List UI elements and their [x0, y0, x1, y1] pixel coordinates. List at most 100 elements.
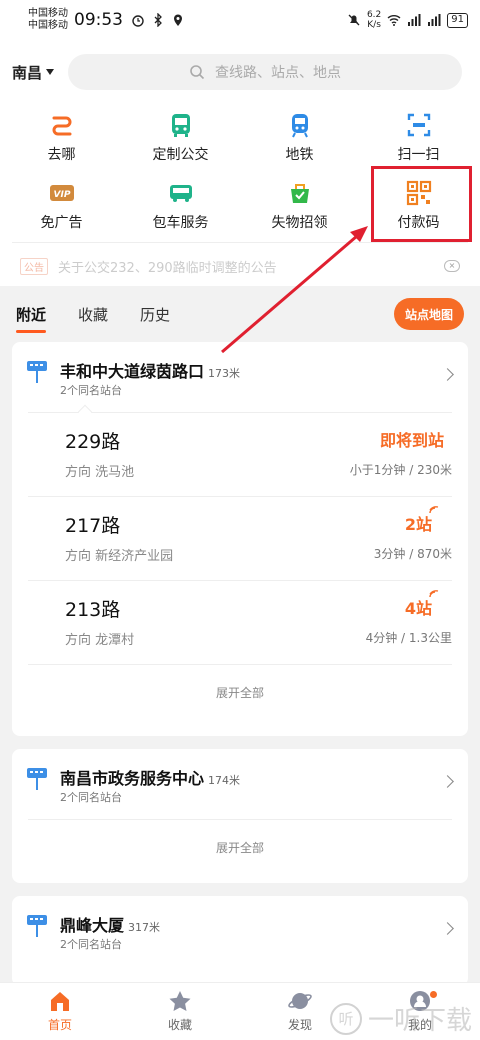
highlight-box: [371, 166, 472, 242]
grid-label: 失物招领: [271, 215, 328, 231]
route-status: 即将到站: [379, 431, 444, 450]
expand-all-button[interactable]: 展开全部: [12, 820, 468, 876]
search-input[interactable]: 查线路、站点、地点: [68, 54, 462, 90]
watermark-logo: 听: [329, 1002, 362, 1035]
stop-header[interactable]: 南昌市政务服务中心 174米 2个同名站台: [12, 749, 468, 819]
nav-home[interactable]: 首页: [0, 983, 120, 1040]
nearby-tabs: 附近 收藏 历史 站点地图: [0, 286, 480, 342]
grid-item-charter[interactable]: 包车服务: [121, 172, 240, 240]
grid-item-route[interactable]: 去哪: [2, 104, 121, 172]
route-row[interactable]: 217路 方向 新经济产业园 2站 3分钟 / 870米: [28, 497, 452, 581]
watermark: 听 一听下载: [329, 1000, 472, 1037]
close-icon[interactable]: ×: [444, 260, 460, 272]
divider: [12, 242, 468, 243]
carrier-1: 中国移动: [28, 8, 68, 19]
tab-favorites[interactable]: 收藏: [78, 304, 108, 325]
divider: [28, 819, 452, 820]
caret-down-icon: [46, 69, 55, 75]
stop-distance: 173米: [208, 367, 241, 380]
route-eta: 4分钟 / 1.3公里: [365, 631, 452, 645]
grid-item-lost-found[interactable]: 失物招领: [240, 172, 359, 240]
expand-all-button[interactable]: 展开全部: [12, 665, 468, 721]
charter-bus-icon: [169, 185, 192, 202]
notice-bar[interactable]: 公告 关于公交232、290路临时调整的公告 ×: [0, 246, 480, 286]
lost-found-icon: [290, 184, 309, 203]
svg-text:VIP: VIP: [53, 190, 70, 200]
grid-label: 定制公交: [152, 147, 209, 163]
route-status: 2站: [405, 506, 439, 535]
realtime-signal-icon: [429, 590, 439, 598]
signal-icon: [408, 14, 421, 26]
vip-icon: VIP: [49, 185, 74, 201]
city-selector[interactable]: 南昌: [12, 62, 68, 83]
chevron-right-icon: [441, 922, 454, 935]
route-row[interactable]: 213路 方向 龙潭村 4站 4分钟 / 1.3公里: [28, 581, 452, 665]
bluetooth-icon: [154, 13, 162, 27]
bus-stop-icon: [27, 361, 47, 383]
stop-name: 鼎峰大厦 317米: [60, 916, 161, 935]
stop-header[interactable]: 鼎峰大厦 317米 2个同名站台: [12, 896, 468, 966]
tab-history[interactable]: 历史: [140, 304, 170, 325]
station-map-button[interactable]: 站点地图: [394, 298, 464, 330]
grid-label: 包车服务: [152, 215, 209, 231]
header: 南昌 查线路、站点、地点: [0, 40, 480, 104]
location-icon: [174, 14, 182, 26]
home-icon: [51, 992, 69, 1011]
status-bar: 中国移动 中国移动 09:53 6.2 K/s 91: [0, 0, 480, 40]
route-direction: 方向 洗马池: [65, 465, 135, 480]
route-name: 217路: [65, 515, 121, 537]
battery-indicator: 91: [447, 12, 468, 28]
stop-distance: 317米: [128, 921, 161, 934]
signal-icon-2: [428, 14, 441, 26]
route-direction: 方向 龙潭村: [65, 633, 135, 648]
alarm-icon: [132, 15, 144, 27]
tab-nearby[interactable]: 附近: [16, 304, 47, 333]
grid-item-metro[interactable]: 地铁: [240, 104, 359, 172]
stop-platform-count: 2个同名站台: [60, 384, 122, 397]
network-speed: 6.2 K/s: [366, 10, 382, 30]
search-icon: [190, 65, 205, 80]
stop-name: 南昌市政务服务中心 174米: [60, 769, 241, 788]
carrier-names: 中国移动 中国移动: [28, 8, 68, 32]
stop-name: 丰和中大道绿茵路口 173米: [60, 362, 241, 381]
watermark-text: 一听下载: [367, 1006, 472, 1036]
notification-dot: [430, 991, 437, 998]
stop-card: 丰和中大道绿茵路口 173米 2个同名站台 229路 方向 洗马池 即将到站 小于…: [12, 342, 468, 736]
stop-platform-count: 2个同名站台: [60, 938, 122, 951]
stop-header[interactable]: 丰和中大道绿茵路口 173米 2个同名站台: [12, 342, 468, 412]
planet-icon: [288, 993, 312, 1009]
bus-icon: [171, 114, 190, 137]
notice-text: 关于公交232、290路临时调整的公告: [58, 260, 277, 276]
nav-favorites[interactable]: 收藏: [120, 983, 240, 1040]
nav-label: 发现: [287, 1018, 312, 1032]
city-name: 南昌: [12, 63, 43, 82]
route-name: 229路: [65, 431, 121, 453]
mute-icon: [348, 14, 360, 26]
grid-item-no-ads[interactable]: VIP 免广告: [2, 172, 121, 240]
stop-card: 鼎峰大厦 317米 2个同名站台: [12, 896, 468, 986]
route-status: 4站: [405, 590, 439, 619]
realtime-signal-icon: [429, 506, 439, 514]
route-eta: 小于1分钟 / 230米: [349, 463, 452, 477]
wifi-icon: [387, 15, 401, 26]
route-direction: 方向 新经济产业园: [65, 549, 174, 564]
grid-item-scan[interactable]: 扫一扫: [359, 104, 478, 172]
route-row[interactable]: 229路 方向 洗马池 即将到站 小于1分钟 / 230米: [28, 413, 452, 497]
star-icon: [169, 991, 191, 1011]
clock: 09:53: [74, 10, 123, 30]
bus-stop-icon: [27, 768, 47, 790]
grid-label: 地铁: [285, 147, 314, 163]
route-eta: 3分钟 / 870米: [373, 547, 452, 561]
nav-label: 首页: [47, 1018, 72, 1032]
grid-label: 扫一扫: [397, 147, 440, 163]
stop-card: 南昌市政务服务中心 174米 2个同名站台 展开全部: [12, 749, 468, 883]
notice-tag: 公告: [20, 257, 48, 275]
carrier-2: 中国移动: [28, 20, 68, 31]
chevron-right-icon: [441, 775, 454, 788]
stop-distance: 174米: [208, 774, 241, 787]
stop-platform-count: 2个同名站台: [60, 791, 122, 804]
route-icon: [52, 116, 71, 136]
search-placeholder: 查线路、站点、地点: [215, 65, 341, 81]
nav-label: 收藏: [167, 1018, 192, 1032]
grid-item-custom-bus[interactable]: 定制公交: [121, 104, 240, 172]
